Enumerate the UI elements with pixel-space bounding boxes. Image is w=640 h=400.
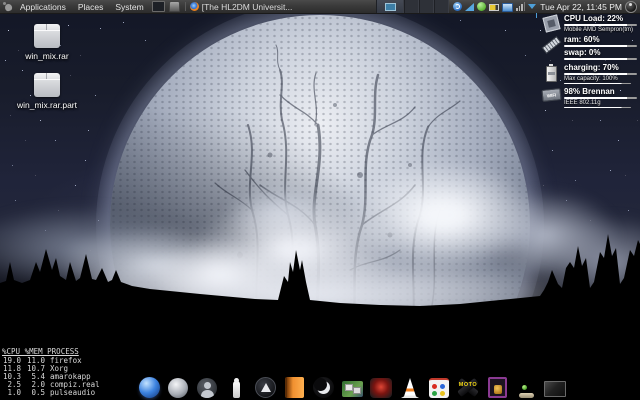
vlc-cone-icon: [400, 378, 420, 398]
top-panel: Applications Places System [The HL2DM Un…: [0, 0, 640, 14]
process-name: pulseaudio: [50, 389, 100, 397]
purple-robot-icon: [488, 377, 507, 398]
firefox-icon: [190, 2, 199, 11]
dock-icon-blue-globe[interactable]: [137, 373, 161, 399]
cpu-load-label: CPU Load: 22%: [564, 14, 637, 23]
ram-bar: [564, 45, 637, 47]
desktop-icon-rar-part[interactable]: win_mix.rar.part: [18, 73, 76, 110]
swap-bar: [564, 58, 637, 60]
battery-icon: [546, 66, 557, 82]
cpu-bar: [564, 24, 637, 26]
ram-label: ram: 60%: [564, 35, 637, 44]
system-tray: [453, 2, 536, 12]
xmoto-label: MOTO: [456, 382, 480, 388]
orange-door-icon: [285, 377, 304, 398]
capacity-bar: [564, 83, 631, 84]
desktop-icon-rar[interactable]: win_mix.rar: [18, 24, 76, 61]
desktop-icon-label: win_mix.rar.part: [17, 100, 77, 110]
wifi-bar: [564, 97, 637, 99]
dark-monitor-icon: [544, 381, 566, 397]
charging-label: charging: 70%: [564, 63, 637, 72]
dock-icon-wolf[interactable]: [311, 373, 335, 399]
process-list-header: %CPU %MEM PROCESS: [2, 348, 100, 356]
dock-icon-pill[interactable]: [514, 373, 538, 399]
user-bust-icon: [197, 378, 217, 398]
cpu-model-label: Mobile AMD Sempron(tm): [564, 27, 637, 33]
battery-bar: [564, 73, 637, 75]
blue-globe-icon: [139, 377, 160, 398]
wifi-ssid-label: 98% Brennan: [564, 87, 637, 96]
cpu-chip-icon: [542, 14, 560, 32]
archive-box-icon: [34, 73, 60, 97]
dock-icon-vlc[interactable]: [398, 373, 422, 399]
dock-icon-photos[interactable]: [340, 373, 364, 399]
dock-icon-xmoto[interactable]: MOTO: [456, 373, 480, 399]
red-game-icon: [370, 378, 392, 398]
conky-process-list: %CPU %MEM PROCESS 19.011.0firefox 11.810…: [2, 348, 100, 397]
distro-logo-icon[interactable]: [3, 2, 14, 12]
dock: MOTO: [137, 373, 567, 399]
package-launcher-icon[interactable]: [169, 1, 180, 12]
color-box-icon: [429, 378, 449, 398]
wifi-sub-bar: [564, 107, 631, 108]
sysmon-cpu-row: CPU Load: 22% Mobile AMD Sempron(tm): [542, 14, 637, 33]
process-mem: 0.5: [26, 389, 45, 397]
wifi-antenna-icon[interactable]: [528, 4, 536, 9]
menu-applications[interactable]: Applications: [14, 2, 72, 12]
dock-icon-color-box[interactable]: [427, 373, 451, 399]
desktop-screen: Applications Places System [The HL2DM Un…: [0, 0, 640, 400]
terminal-launcher-icon[interactable]: [152, 1, 165, 12]
network-signal-icon[interactable]: [465, 3, 474, 11]
wifi-standard-label: IEEE 802.11g: [564, 100, 637, 106]
files-icon[interactable]: [502, 3, 513, 12]
dock-icon-a-logo[interactable]: [253, 373, 277, 399]
photos-map-icon: [342, 381, 363, 397]
archive-box-icon: [34, 24, 60, 48]
desktop-icons: win_mix.rar win_mix.rar.part: [18, 24, 76, 110]
dock-icon-figurine[interactable]: [224, 373, 248, 399]
taskbar-window-title[interactable]: [The HL2DM Universit...: [202, 2, 293, 12]
terminal-window-icon: [385, 3, 396, 11]
white-figurine-icon: [233, 381, 240, 398]
status-green-icon[interactable]: [477, 2, 486, 11]
sync-icon[interactable]: [453, 2, 462, 11]
process-cpu: 1.0: [2, 389, 21, 397]
process-list: 19.011.0firefox 11.810.7Xorg 10.35.4amar…: [2, 357, 100, 397]
panel-separator: [185, 2, 186, 11]
clock[interactable]: Tue Apr 22, 11:45 PM: [540, 2, 622, 12]
ram-stick-icon: [542, 36, 562, 54]
dock-icon-orange-door[interactable]: [282, 373, 306, 399]
dock-icon-robot[interactable]: [485, 373, 509, 399]
dock-icon-red-game[interactable]: [369, 373, 393, 399]
menu-places[interactable]: Places: [72, 2, 110, 12]
sysmon-battery-row: charging: 70% Max capacity: 100%: [542, 63, 637, 85]
silver-globe-icon: [168, 378, 188, 398]
dock-icon-user[interactable]: [195, 373, 219, 399]
signal-bars-icon[interactable]: [516, 2, 525, 11]
sysmon-memory-row: ram: 60% swap: 0%: [542, 35, 637, 61]
sysmon-widget: CPU Load: 22% Mobile AMD Sempron(tm) ram…: [542, 14, 637, 111]
session-icon[interactable]: [625, 1, 637, 13]
taskbar-button[interactable]: [434, 0, 449, 13]
taskbar-button[interactable]: [419, 0, 434, 13]
sysmon-wifi-row: WIFI 98% Brennan IEEE 802.11g: [542, 87, 637, 109]
taskbar-button[interactable]: [404, 0, 419, 13]
swap-label: swap: 0%: [564, 48, 637, 57]
green-pill-icon: [518, 383, 535, 399]
dock-icon-monitor[interactable]: [543, 373, 567, 399]
taskbar-button-active[interactable]: [376, 0, 404, 13]
wifi-box-icon: WIFI: [541, 88, 561, 102]
capacity-label: Max capacity: 100%: [564, 76, 637, 82]
desktop-icon-label: win_mix.rar: [25, 51, 68, 61]
battery-tray-icon[interactable]: [489, 4, 499, 11]
menu-system[interactable]: System: [109, 2, 149, 12]
wolf-circle-icon: [313, 377, 334, 398]
dock-icon-silver-globe[interactable]: [166, 373, 190, 399]
a-logo-icon: [255, 377, 276, 398]
